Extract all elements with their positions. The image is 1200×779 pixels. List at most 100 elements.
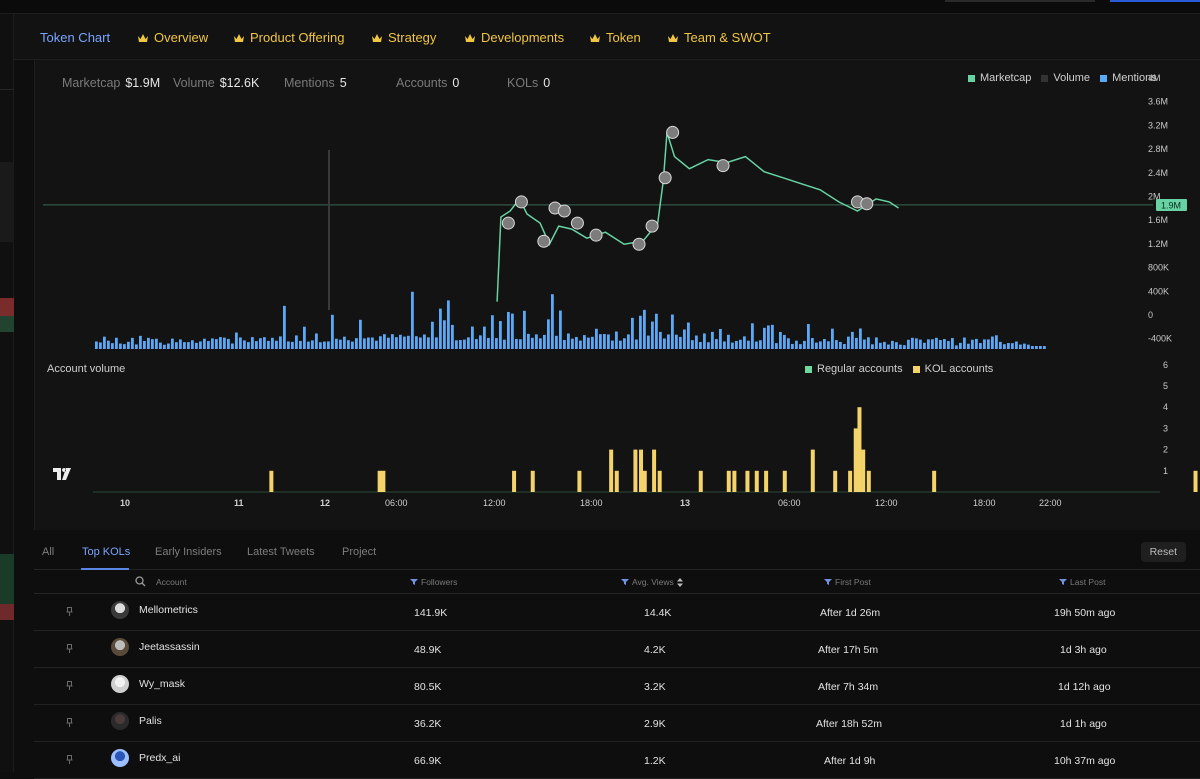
tab-overview[interactable]: Overview xyxy=(137,30,208,45)
pin-icon[interactable] xyxy=(66,607,73,616)
mentions-bar xyxy=(571,338,574,349)
sort-icon[interactable] xyxy=(676,577,683,587)
tab-top-kols[interactable]: Top KOLs xyxy=(82,546,130,558)
top-bar-button[interactable] xyxy=(1110,0,1200,2)
table-row[interactable]: Palis 36.2K 2.9K After 18h 52m 1d 1h ago xyxy=(34,705,1200,742)
table-row[interactable]: Predx_ai 66.9K 1.2K After 1d 9h 10h 37m ago xyxy=(34,742,1200,779)
y-axis-tick-label: 4M xyxy=(1148,73,1161,83)
mentions-bar xyxy=(147,337,150,349)
mentions-bar xyxy=(603,334,606,349)
avatar[interactable] xyxy=(111,638,129,656)
filter-icon xyxy=(1059,579,1067,585)
tab-project[interactable]: Project xyxy=(342,546,376,558)
y-axis-tick-label: 3.2M xyxy=(1148,120,1168,130)
pin-icon[interactable] xyxy=(66,681,73,690)
table-row[interactable]: Wy_mask 80.5K 3.2K After 7h 34m 1d 12h ago xyxy=(34,668,1200,705)
y-axis-tick-label: 800K xyxy=(1148,263,1169,273)
table-row[interactable]: Jeetassassin 48.9K 4.2K After 17h 5m 1d 3h a… xyxy=(34,631,1200,668)
mentions-bar xyxy=(507,311,510,349)
crown-icon xyxy=(372,33,382,42)
mentions-bar xyxy=(663,338,666,349)
mentions-bar xyxy=(355,338,358,349)
mentions-bar xyxy=(1015,341,1018,349)
mentions-bar xyxy=(247,342,250,349)
avatar[interactable] xyxy=(111,712,129,730)
header-first-post[interactable]: First Post xyxy=(824,577,871,587)
mentions-bar xyxy=(1031,346,1034,349)
account-name[interactable]: Jeetassassin xyxy=(139,641,200,653)
mentions-bar xyxy=(779,331,782,349)
account-name[interactable]: Palis xyxy=(139,715,162,727)
account-name[interactable]: Wy_mask xyxy=(139,678,185,690)
mentions-bar xyxy=(891,340,894,349)
x-axis-tick-label: 18:00 xyxy=(580,498,603,508)
mentions-bar xyxy=(751,323,754,349)
pin-icon[interactable] xyxy=(66,718,73,727)
header-last-post[interactable]: Last Post xyxy=(1059,577,1105,587)
pin-icon[interactable] xyxy=(66,644,73,653)
mentions-bar xyxy=(579,340,582,349)
last-post-value: 1d 12h ago xyxy=(1058,681,1111,693)
kol-bar xyxy=(810,449,815,492)
mentions-bar xyxy=(371,337,374,349)
tab-token[interactable]: Token xyxy=(589,30,641,45)
top-bar-control[interactable] xyxy=(945,0,1095,2)
price-chart[interactable]: 4M3.6M3.2M2.8M2.4M2M1.6M1.2M800K400K0-40… xyxy=(35,60,1200,530)
search-icon[interactable] xyxy=(135,576,146,587)
header-account[interactable]: Account xyxy=(156,577,187,587)
mentions-bar xyxy=(143,340,146,349)
kol-bar xyxy=(377,470,382,492)
avatar[interactable] xyxy=(111,601,129,619)
mentions-bar xyxy=(655,313,658,349)
tab-latest-tweets[interactable]: Latest Tweets xyxy=(247,546,315,558)
tab-early-insiders[interactable]: Early Insiders xyxy=(155,546,222,558)
section-nav: Token Chart Overview Product Offering St… xyxy=(14,14,1200,60)
kol-bar xyxy=(614,470,619,492)
legend-item-regular[interactable]: Regular accounts xyxy=(805,363,903,375)
mentions-bar xyxy=(1023,343,1026,349)
tab-label: Product Offering xyxy=(250,30,345,45)
mentions-bar xyxy=(311,340,314,349)
mentions-bar xyxy=(623,338,626,349)
header-avg-views[interactable]: Avg. Views xyxy=(621,577,683,587)
tab-product-offering[interactable]: Product Offering xyxy=(233,30,344,45)
mentions-bar xyxy=(515,338,518,349)
table-row[interactable]: Mellometrics 141.9K 14.4K After 1d 26m 19h 5… xyxy=(34,594,1200,631)
mentions-bar xyxy=(223,337,226,349)
account-name[interactable]: Predx_ai xyxy=(139,752,180,764)
mentions-bar xyxy=(347,340,350,349)
avg-views-value: 14.4K xyxy=(644,607,672,619)
x-axis-tick-label: 22:00 xyxy=(1039,498,1062,508)
current-value-label: 1.9M xyxy=(1161,200,1181,210)
avg-views-value: 4.2K xyxy=(644,644,666,656)
mentions-bar xyxy=(163,344,166,349)
account-name[interactable]: Mellometrics xyxy=(139,604,198,616)
mentions-bar xyxy=(1007,342,1010,349)
mentions-bar xyxy=(491,315,494,349)
mentions-bar xyxy=(823,339,826,349)
mentions-bar xyxy=(267,340,270,349)
mentions-bar xyxy=(863,339,866,349)
mentions-bar xyxy=(443,320,446,349)
tab-token-chart[interactable]: Token Chart xyxy=(40,30,110,45)
avatar[interactable] xyxy=(111,749,129,767)
mentions-bar xyxy=(851,331,854,349)
kol-bar xyxy=(269,470,274,492)
mentions-bar xyxy=(651,321,654,349)
x-axis-tick-label: 13 xyxy=(680,498,690,508)
x-axis-tick-label: 06:00 xyxy=(385,498,408,508)
mentions-bar xyxy=(615,331,618,349)
tab-team-swot[interactable]: Team & SWOT xyxy=(667,30,771,45)
mentions-bar xyxy=(539,338,542,349)
followers-value: 66.9K xyxy=(414,755,442,767)
header-followers[interactable]: Followers xyxy=(410,577,457,587)
avatar[interactable] xyxy=(111,675,129,693)
tab-developments[interactable]: Developments xyxy=(464,30,564,45)
tab-strategy[interactable]: Strategy xyxy=(371,30,436,45)
mentions-bar xyxy=(599,334,602,349)
reset-button[interactable]: Reset xyxy=(1140,542,1186,562)
x-axis-tick-label: 12 xyxy=(320,498,330,508)
pin-icon[interactable] xyxy=(66,755,73,764)
legend-item-kol[interactable]: KOL accounts xyxy=(912,363,993,375)
tab-all[interactable]: All xyxy=(42,546,54,558)
